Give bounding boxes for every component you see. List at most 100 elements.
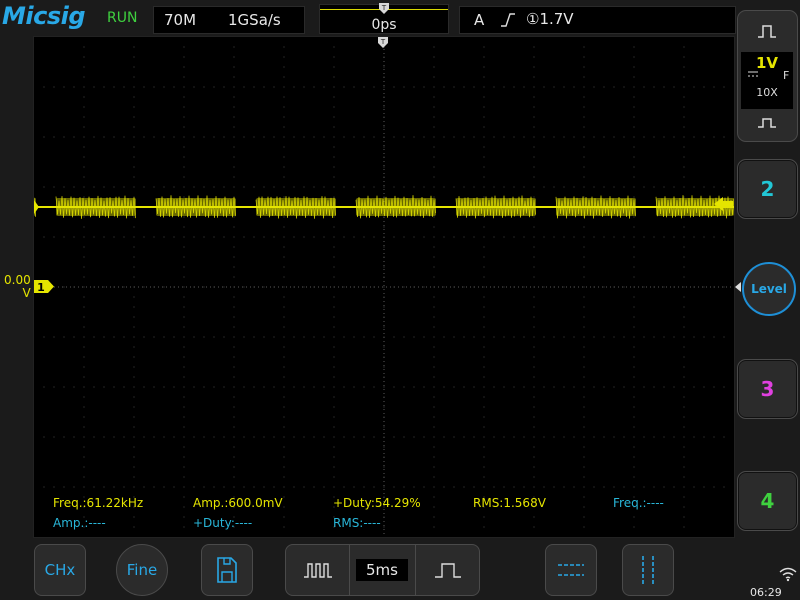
grid-dot	[584, 77, 585, 78]
grid-dot	[654, 87, 655, 88]
grid-dot	[134, 167, 135, 168]
grid-dot	[554, 87, 555, 88]
grid-dot	[164, 387, 165, 388]
grid-dot	[714, 87, 715, 88]
grid-dot	[154, 137, 155, 138]
grid-dot	[294, 187, 295, 188]
run-state-indicator[interactable]: RUN	[107, 10, 137, 26]
grid-dot	[184, 227, 185, 228]
grid-dot	[484, 317, 485, 318]
grid-dot	[104, 337, 105, 338]
grid-dot	[184, 287, 185, 288]
grid-dot	[364, 187, 365, 188]
meas-ch1-rms: RMS:1.568V	[473, 496, 546, 510]
grid-dot	[234, 97, 235, 98]
grid-dot	[334, 177, 335, 178]
grid-dot	[654, 487, 655, 488]
chx-button[interactable]: CHx	[34, 544, 86, 596]
grid-dot	[434, 217, 435, 218]
trigger-level-button[interactable]: Level	[742, 262, 796, 316]
grid-dot	[224, 87, 225, 88]
grid-dot	[634, 377, 635, 378]
grid-dot	[464, 437, 465, 438]
grid-dot	[664, 137, 665, 138]
acquisition-info[interactable]: 70M 1GSa/s	[153, 6, 305, 34]
grid-dot	[234, 447, 235, 448]
grid-dot	[84, 427, 85, 428]
timebase-slower-button[interactable]	[415, 545, 479, 595]
grid-dot	[234, 437, 235, 438]
horizontal-position-box[interactable]: T 0ps	[319, 4, 449, 34]
trigger-position-icon: T	[378, 3, 390, 15]
grid-dot	[564, 287, 565, 288]
ch1-settings-readout[interactable]: 1V F 10X	[741, 52, 793, 109]
grid-dot	[594, 337, 595, 338]
grid-dot	[234, 247, 235, 248]
grid-dot	[474, 87, 475, 88]
grid-dot	[584, 297, 585, 298]
grid-dot	[414, 237, 415, 238]
grid-dot	[684, 97, 685, 98]
grid-dot	[504, 337, 505, 338]
grid-dot	[594, 137, 595, 138]
ch2-button[interactable]: 2	[737, 159, 798, 219]
grid-dot	[634, 147, 635, 148]
grid-dot	[384, 467, 385, 468]
grid-dot	[524, 87, 525, 88]
trigger-time-marker-icon[interactable]: T	[377, 37, 389, 49]
grid-dot	[184, 387, 185, 388]
meas-ch2-freq: Freq.:----	[613, 496, 664, 510]
grid-dot	[234, 187, 235, 188]
grid-dot	[294, 237, 295, 238]
ch1-scale-up-icon[interactable]	[756, 23, 778, 39]
grid-dot	[284, 137, 285, 138]
grid-dot	[634, 427, 635, 428]
grid-dot	[634, 167, 635, 168]
ch1-control-panel[interactable]: 1V F 10X	[737, 10, 798, 142]
grid-dot	[444, 437, 445, 438]
grid-dot	[454, 337, 455, 338]
grid-dot	[434, 77, 435, 78]
grid-dot	[534, 277, 535, 278]
timebase-faster-button[interactable]	[286, 545, 350, 595]
grid-dot	[484, 77, 485, 78]
waveform-display[interactable]	[33, 36, 735, 538]
save-button[interactable]	[201, 544, 253, 596]
horizontal-cursor-button[interactable]	[545, 544, 597, 596]
grid-dot	[614, 187, 615, 188]
grid-dot	[634, 357, 635, 358]
grid-dot	[184, 327, 185, 328]
grid-dot	[514, 87, 515, 88]
grid-dot	[154, 387, 155, 388]
rising-edge-icon	[500, 13, 516, 27]
grid-dot	[224, 387, 225, 388]
grid-dot	[664, 287, 665, 288]
vertical-cursor-button[interactable]	[622, 544, 674, 596]
grid-dot	[244, 137, 245, 138]
grid-dot	[64, 337, 65, 338]
grid-dot	[284, 527, 285, 528]
grid-dot	[194, 237, 195, 238]
grid-dot	[84, 467, 85, 468]
grid-dot	[184, 247, 185, 248]
grid-dot	[244, 387, 245, 388]
ch1-scale-down-icon[interactable]	[756, 113, 778, 129]
ch4-button[interactable]: 4	[737, 471, 798, 531]
grid-dot	[284, 467, 285, 468]
grid-dot	[364, 337, 365, 338]
grid-dot	[174, 337, 175, 338]
grid-dot	[394, 137, 395, 138]
grid-dot	[634, 457, 635, 458]
grid-dot	[494, 437, 495, 438]
fine-button[interactable]: Fine	[116, 544, 168, 596]
ch3-button[interactable]: 3	[737, 359, 798, 419]
grid-dot	[484, 167, 485, 168]
trigger-info[interactable]: A ①1.7V	[459, 6, 736, 34]
ch1-offset-marker-icon[interactable]: 1	[34, 279, 54, 294]
grid-dot	[584, 317, 585, 318]
timebase-control[interactable]: 5ms	[285, 544, 480, 596]
grid-dot	[534, 477, 535, 478]
grid-dot	[634, 157, 635, 158]
trigger-level-marker-icon[interactable]	[714, 197, 733, 211]
grid-dot	[494, 487, 495, 488]
